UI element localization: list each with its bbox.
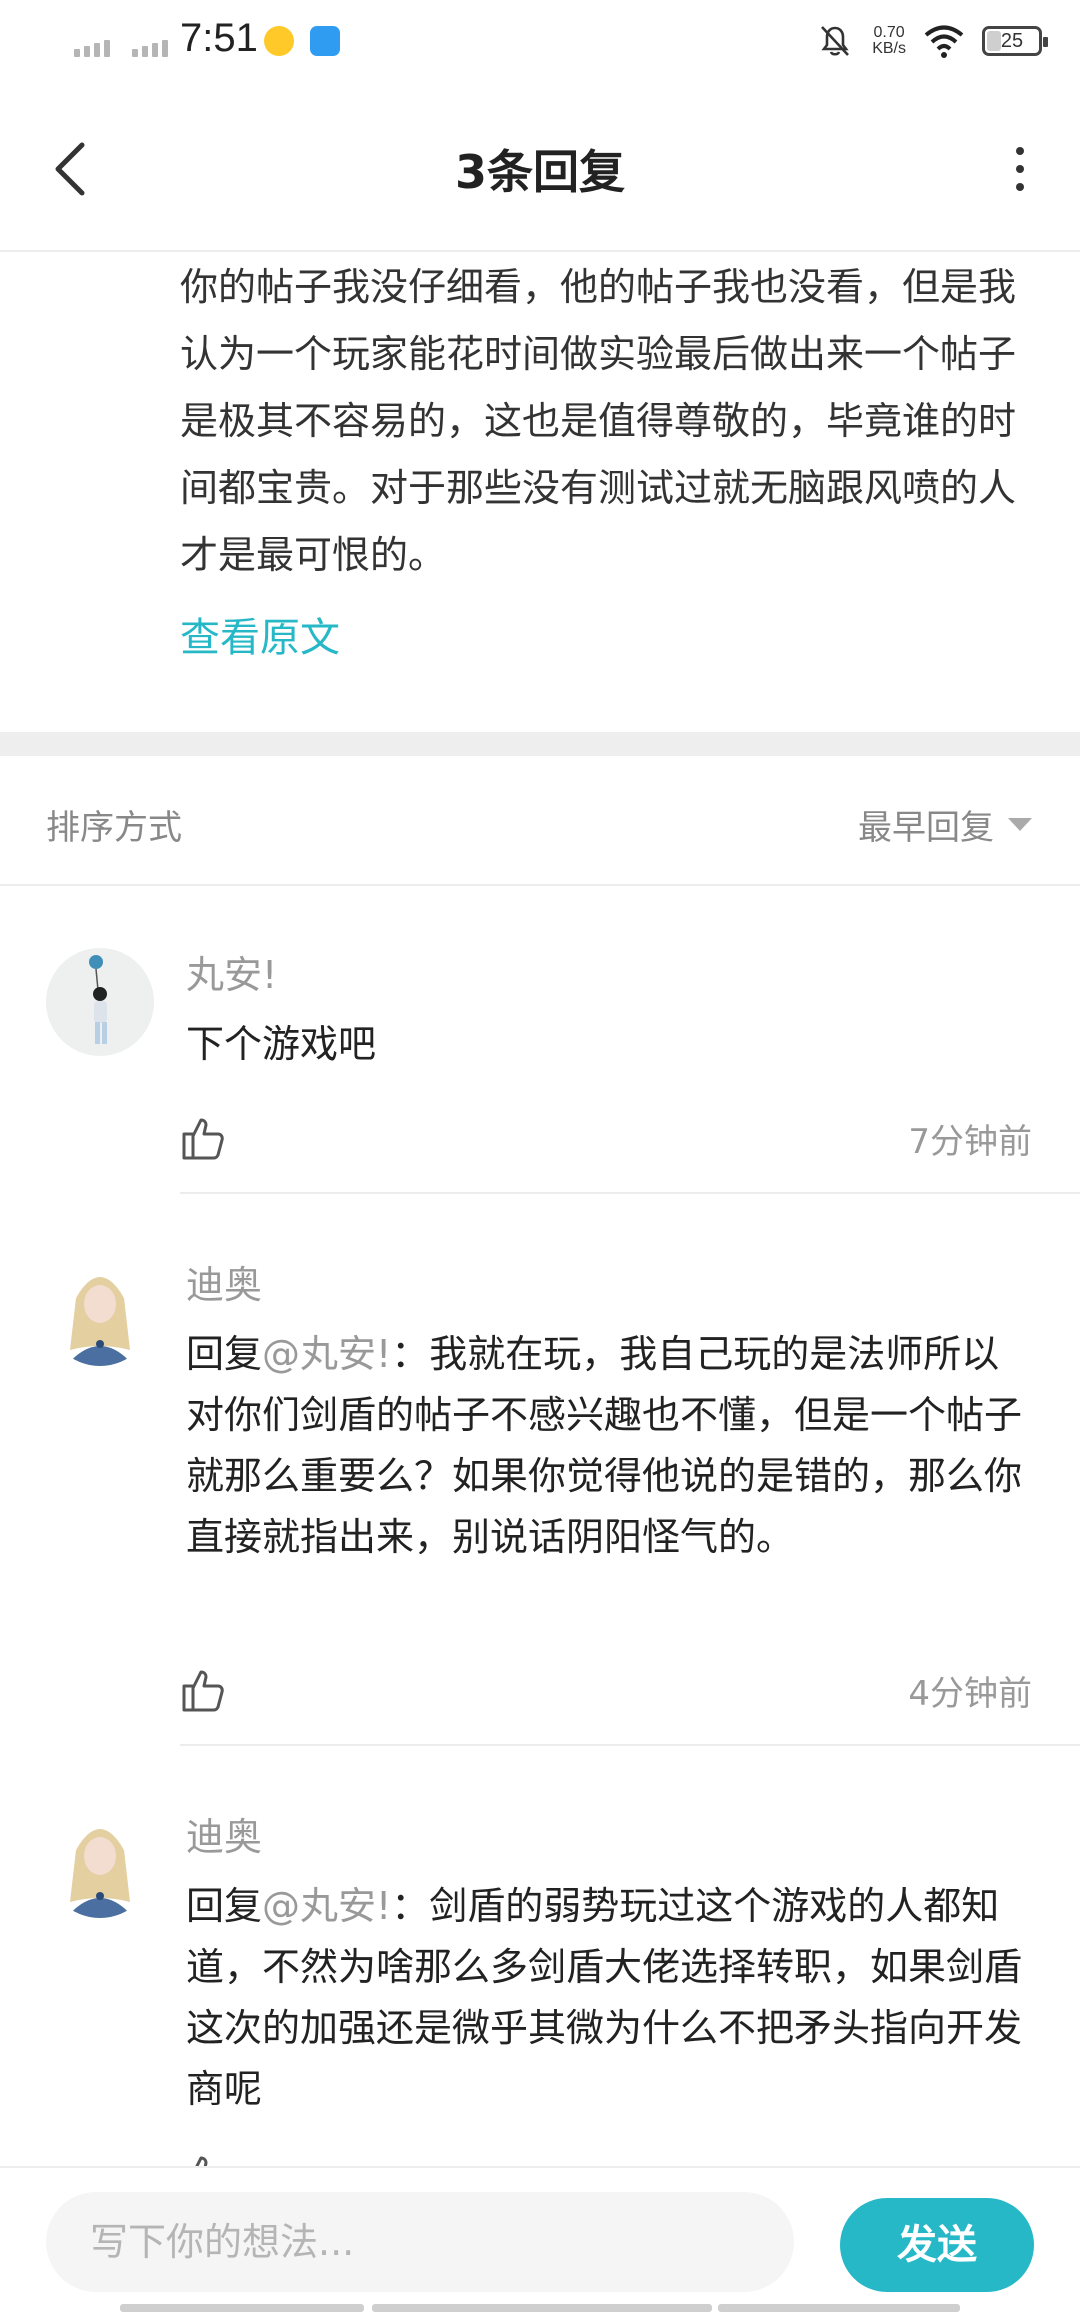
mention-link[interactable]: @丸安! — [262, 1884, 391, 1928]
net-speed: 0.70 KB/s — [872, 24, 906, 57]
comment-text: 回复@丸安!：剑盾的弱势玩过这个游戏的人都知道，不然为啥那么多剑盾大佬选择转职，… — [186, 1884, 1023, 2111]
original-post: 你的帖子我没仔细看，他的帖子我也没看，但是我认为一个玩家能花时间做实验最后做出来… — [180, 254, 1040, 663]
status-bar: 7:51 0.70 KB/s 25 — [0, 0, 1080, 84]
view-original-link[interactable]: 查看原文 — [180, 605, 340, 663]
app-notification-icon — [310, 26, 340, 56]
sort-label: 排序方式 — [46, 808, 182, 848]
comment-input[interactable]: 写下你的想法... — [46, 2192, 794, 2292]
signal-icon — [132, 40, 168, 57]
more-vertical-icon — [1016, 147, 1024, 155]
status-time: 7:51 — [180, 16, 258, 60]
sort-dropdown[interactable]: 最早回复 — [858, 800, 1032, 849]
comment-text: 回复@丸安!：我就在玩，我自己玩的是法师所以对你们剑盾的帖子不感兴趣也不懂，但是… — [186, 1332, 1023, 1559]
sort-selected-label: 最早回复 — [858, 808, 994, 848]
original-post-text: 你的帖子我没仔细看，他的帖子我也没看，但是我认为一个玩家能花时间做实验最后做出来… — [180, 265, 1017, 577]
avatar[interactable] — [46, 1810, 154, 1918]
comment-author[interactable]: 迪奥 — [186, 1260, 1036, 1310]
send-button[interactable]: 发送 — [840, 2198, 1034, 2292]
comment-author[interactable]: 丸安! — [186, 950, 1036, 1000]
comment-divider — [180, 1744, 1080, 1746]
wifi-icon — [924, 25, 964, 58]
more-options-button[interactable] — [990, 134, 1050, 204]
gesture-bar — [372, 2304, 712, 2312]
comment-item: 迪奥 回复@丸安!：剑盾的弱势玩过这个游戏的人都知道，不然为啥那么多剑盾大佬选择… — [0, 1748, 1080, 2168]
comment-item: 迪奥 回复@丸安!：我就在玩，我自己玩的是法师所以对你们剑盾的帖子不感兴趣也不懂… — [0, 1196, 1080, 1748]
dropdown-caret-icon — [1008, 818, 1032, 831]
sort-row: 排序方式 最早回复 — [0, 756, 1080, 886]
status-right: 0.70 KB/s 25 — [816, 22, 1048, 60]
comment-text: 下个游戏吧 — [186, 1022, 377, 1066]
comment-time: 4分钟前 — [908, 1674, 1032, 1714]
gesture-bar — [718, 2304, 960, 2312]
comment-time: 7分钟前 — [908, 1122, 1032, 1162]
comment-author[interactable]: 迪奥 — [186, 1812, 1036, 1862]
signal-icon — [74, 40, 110, 57]
gesture-bar — [120, 2304, 364, 2312]
app-notification-icon — [264, 26, 294, 56]
comment-input-bar: 写下你的想法... 发送 — [0, 2166, 1080, 2316]
thumbs-up-icon[interactable] — [180, 1666, 228, 1714]
thumbs-up-icon[interactable] — [180, 1114, 228, 1162]
comment-divider — [180, 1192, 1080, 1194]
mention-link[interactable]: @丸安! — [262, 1332, 391, 1376]
mute-bell-icon — [821, 26, 850, 56]
page-title: 3条回复 — [454, 145, 625, 199]
battery-icon: 25 — [982, 26, 1048, 56]
section-divider — [0, 732, 1080, 756]
top-nav-bar: 3条回复 — [0, 84, 1080, 252]
avatar[interactable] — [46, 948, 154, 1056]
comment-item: 丸安! 下个游戏吧 7分钟前 — [0, 886, 1080, 1196]
avatar[interactable] — [46, 1258, 154, 1366]
